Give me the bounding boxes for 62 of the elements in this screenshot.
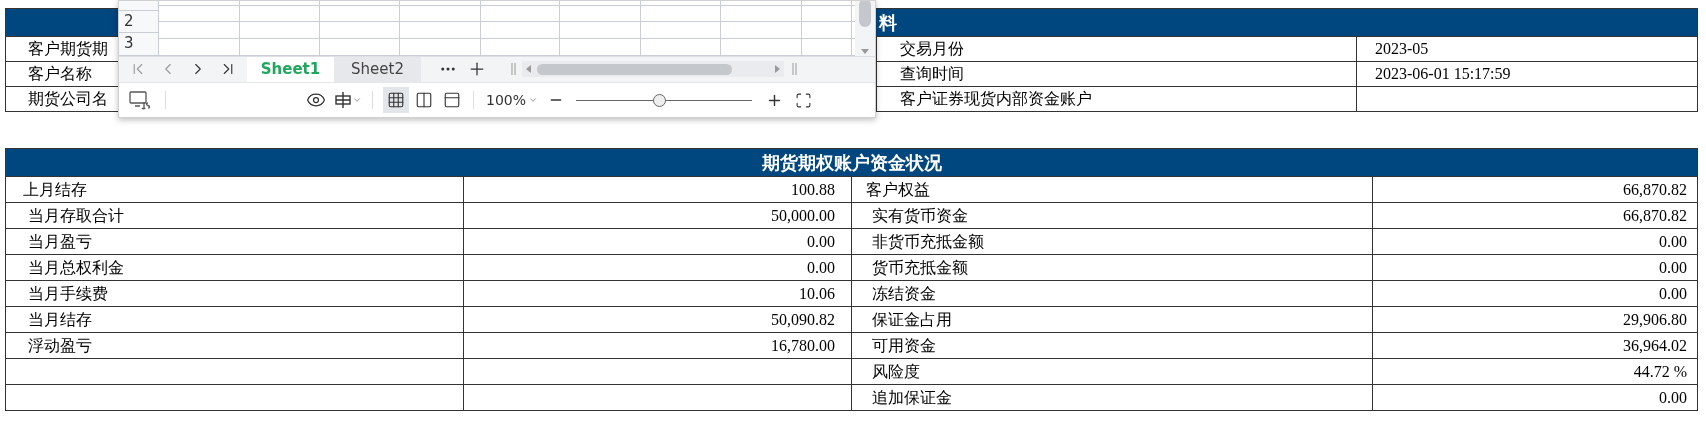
freeze-panes-icon[interactable] [334, 91, 352, 110]
row-label: 期货公司名 [28, 89, 108, 108]
cell-value: 50,090.82 [771, 310, 835, 328]
row-label: 当月结存 [28, 309, 92, 329]
cell-value: 44.72 % [1633, 362, 1687, 380]
zoom-dropdown[interactable]: 100% [486, 89, 539, 111]
right-arrow-icon [775, 65, 780, 74]
row-label: 客户名称 [28, 64, 92, 83]
cell-value: 66,870.82 [1623, 180, 1687, 198]
cell-value: 2023-05 [1375, 40, 1429, 57]
cell-value: 0.00 [1659, 258, 1687, 276]
sheet-tab[interactable]: Sheet2 [334, 56, 421, 83]
cell-value: 0.00 [1659, 232, 1687, 250]
grid-view-button[interactable] [383, 87, 409, 114]
row-label: 实有货币资金 [872, 205, 968, 225]
zoom-slider-thumb[interactable] [652, 93, 666, 107]
row-number: 3 [124, 36, 134, 52]
page-layout-icon[interactable] [415, 91, 433, 110]
cell-value: 100.88 [791, 180, 835, 198]
cell-value: 16,780.00 [771, 336, 835, 354]
row-number: 2 [124, 14, 134, 30]
zoom-slider-track[interactable] [576, 93, 753, 108]
cell-value: 50,000.00 [771, 206, 835, 224]
cell-value: 0.00 [807, 258, 835, 276]
horizontal-scrollbar[interactable] [522, 61, 784, 78]
row-label: 非货币充抵金额 [872, 231, 984, 251]
vertical-scrollbar[interactable] [855, 1, 875, 56]
down-arrow-icon [861, 48, 869, 54]
grid-icon [387, 91, 405, 110]
row-label: 浮动盈亏 [28, 335, 92, 355]
cell-value: 0.00 [807, 232, 835, 250]
row-label: 当月手续费 [28, 283, 108, 303]
row-label: 客户权益 [866, 179, 930, 199]
cell-value: 2023-06-01 15:17:59 [1375, 65, 1511, 82]
row-label: 上月结存 [23, 179, 87, 199]
row-label: 交易月份 [900, 39, 964, 58]
row-label: 当月存取合计 [28, 205, 124, 225]
row-label: 冻结资金 [872, 283, 936, 303]
cell-value: 29,906.80 [1623, 310, 1687, 328]
splitter-handle-icon[interactable] [792, 63, 797, 76]
cell-value: 36,964.02 [1623, 336, 1687, 354]
row-label: 客户期货期 [28, 39, 108, 58]
row-label: 查询时间 [900, 64, 964, 83]
table-title: 料 [879, 11, 897, 35]
row-label: 风险度 [872, 361, 920, 381]
row-label: 客户证券现货内部资金账户 [900, 89, 1092, 108]
cell-value: 10.06 [799, 284, 835, 302]
row-label: 货币充抵金额 [872, 257, 968, 277]
script-monitor-icon-icon[interactable] [129, 90, 151, 111]
row-label: 当月盈亏 [28, 231, 92, 251]
splitter-handle-icon[interactable] [511, 63, 516, 76]
table-title: 期货期权账户资金状况 [761, 152, 942, 173]
cell-value: 0.00 [1659, 284, 1687, 302]
row-label: 当月总权利金 [28, 257, 124, 277]
cell-value: 66,870.82 [1623, 206, 1687, 224]
fullscreen-icon[interactable] [795, 91, 813, 109]
page-break-icon[interactable] [443, 91, 461, 110]
left-arrow-icon [526, 65, 531, 74]
row-label: 可用资金 [872, 335, 936, 355]
row-label: 追加保证金 [872, 387, 952, 407]
row-label: 保证金占用 [872, 309, 952, 329]
cell-value: 0.00 [1659, 388, 1687, 406]
